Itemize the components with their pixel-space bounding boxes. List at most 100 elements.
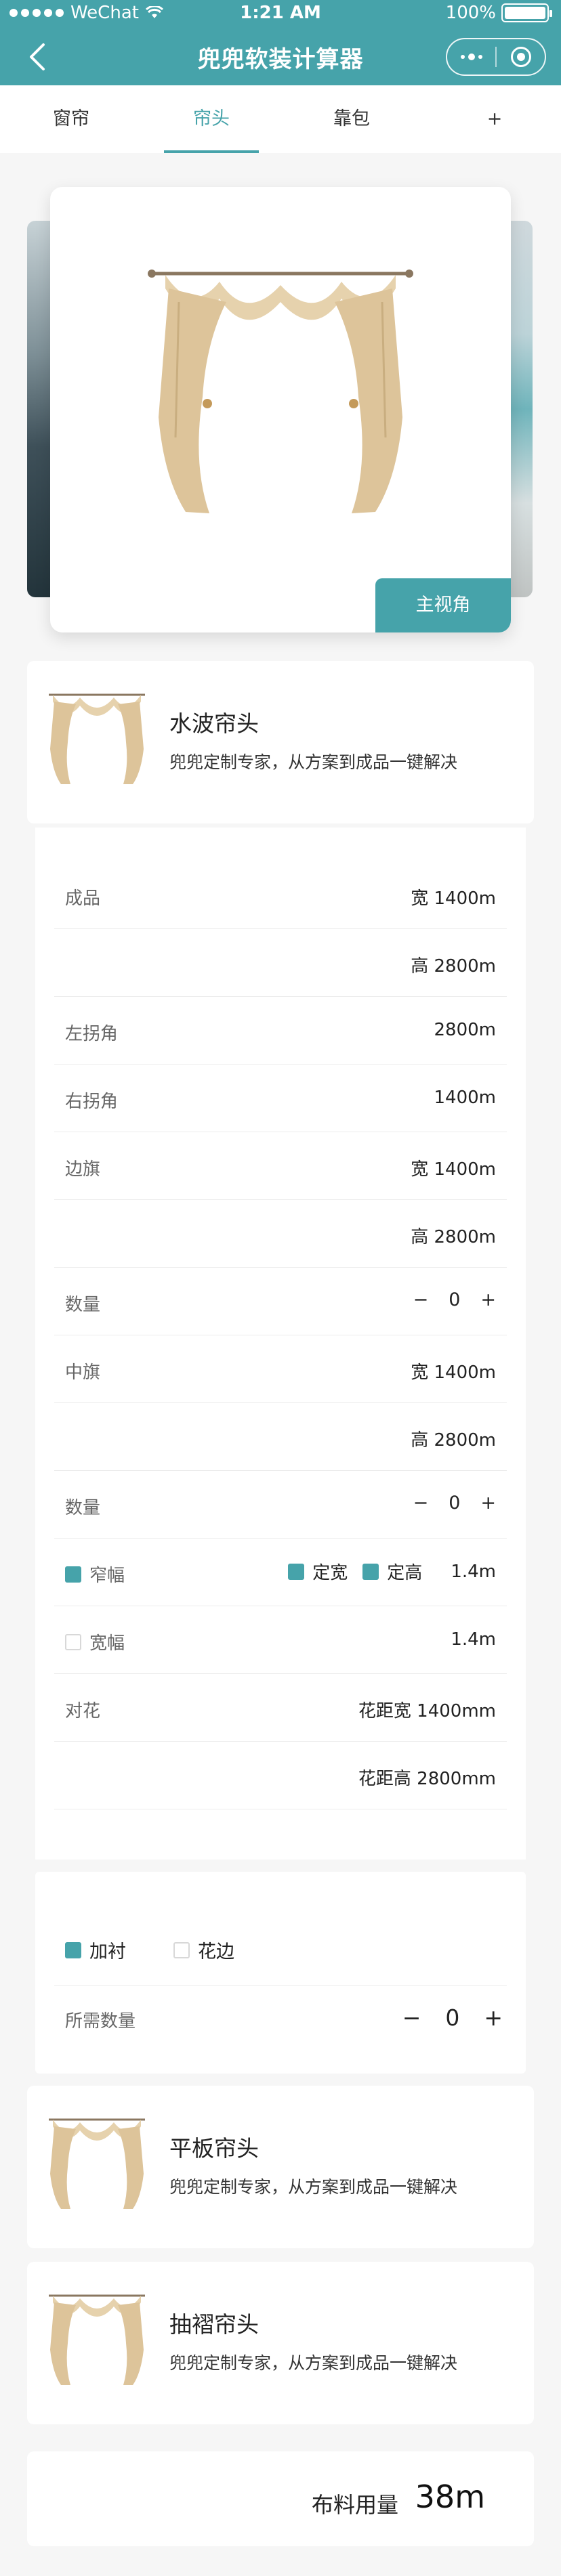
fixed-width-option[interactable]: 定宽 (288, 1559, 348, 1584)
battery-icon (501, 3, 552, 22)
required-qty-label: 所需数量 (65, 2011, 136, 2032)
right-corner-row: 右拐角 1400m (54, 1065, 507, 1132)
curtain-image (148, 270, 413, 513)
product-card-flat-valance[interactable]: 平板帘头 兜兜定制专家，从方案到成品一键解决 (27, 2086, 534, 2248)
fixed-height-option[interactable]: 定高 (362, 1559, 422, 1584)
product-thumbnail (49, 2118, 145, 2209)
tab-add[interactable]: + (474, 85, 515, 153)
fixed-width-checkbox[interactable] (288, 1563, 305, 1580)
fixed-height-label: 定高 (387, 1563, 423, 1583)
left-corner-row: 左拐角 2800m (54, 997, 507, 1065)
fabric-usage-summary: 布料用量 38m (27, 2451, 534, 2546)
status-bar: WeChat 1:21 AM 100% (0, 0, 561, 27)
pattern-height-value[interactable]: 花距高 2800mm (358, 1765, 496, 1790)
trim-checkbox[interactable] (173, 1941, 190, 1958)
main-view-badge[interactable]: 主视角 (375, 578, 511, 632)
side-flag-width-value[interactable]: 宽 1400m (411, 1155, 496, 1180)
product-name: 水波帘头 (169, 710, 259, 737)
pattern-width-row: 对花 花距宽 1400mm (54, 1674, 507, 1742)
narrow-label: 窄幅 (89, 1566, 125, 1586)
decrement-button[interactable]: − (402, 2004, 421, 2031)
finished-width-row: 成品 宽 1400m (54, 861, 507, 929)
center-flag-label: 中旗 (65, 1362, 101, 1383)
wide-label: 宽幅 (89, 1633, 125, 1654)
wide-checkbox[interactable] (65, 1633, 81, 1650)
right-corner-label: 右拐角 (65, 1092, 119, 1112)
product-thumbnail (49, 693, 145, 784)
finished-label: 成品 (65, 888, 101, 909)
pattern-height-row: 花距高 2800mm (54, 1742, 507, 1809)
lining-checkbox[interactable] (65, 1941, 81, 1958)
product-card-pleated-valance[interactable]: 抽褶帘头 兜兜定制专家，从方案到成品一键解决 (27, 2262, 534, 2424)
side-flag-label: 边旗 (65, 1159, 101, 1180)
center-flag-width-value[interactable]: 宽 1400m (411, 1358, 496, 1383)
pattern-label: 对花 (65, 1701, 101, 1721)
qty-value: 0 (449, 1289, 461, 1310)
more-menu-icon[interactable] (447, 53, 495, 60)
tab-curtain[interactable]: 窗帘 (27, 85, 115, 153)
trim-option[interactable]: 花边 (173, 1937, 234, 1963)
finished-width-value[interactable]: 宽 1400m (411, 884, 496, 909)
wide-fabric-option[interactable]: 宽幅 (65, 1629, 125, 1654)
decrement-button[interactable]: − (413, 1289, 429, 1310)
fabric-usage-value: 38m (415, 2478, 485, 2515)
battery-percent: 100% (445, 3, 496, 23)
wide-fabric-row: 宽幅 1.4m (54, 1606, 507, 1674)
side-flag-height-row: 高 2800m (54, 1200, 507, 1268)
lining-panel: 加衬 花边 所需数量 − 0 + (35, 1872, 526, 2074)
left-corner-label: 左拐角 (65, 1024, 119, 1044)
increment-button[interactable]: + (480, 1493, 496, 1514)
qty-label: 数量 (65, 1498, 101, 1518)
qty-label: 数量 (65, 1295, 101, 1315)
wide-value[interactable]: 1.4m (451, 1629, 496, 1650)
increment-button[interactable]: + (480, 1289, 496, 1310)
center-flag-qty-stepper: − 0 + (413, 1493, 496, 1514)
tab-cushion[interactable]: 靠包 (308, 85, 396, 153)
spec-panel: 成品 宽 1400m 高 2800m 左拐角 2800m 右拐角 1400m 边… (35, 828, 526, 1860)
center-flag-qty-row: 数量 − 0 + (54, 1471, 507, 1539)
product-name: 平板帘头 (169, 2135, 259, 2162)
qty-value: 0 (445, 2004, 460, 2031)
narrow-value[interactable]: 1.4m (451, 1562, 496, 1582)
decrement-button[interactable]: − (413, 1493, 429, 1514)
narrow-fabric-row: 窄幅 定宽 定高 1.4m (54, 1539, 507, 1606)
center-flag-height-value[interactable]: 高 2800m (411, 1426, 496, 1451)
side-flag-qty-stepper: − 0 + (413, 1289, 496, 1310)
finished-height-value[interactable]: 高 2800m (411, 952, 496, 977)
narrow-fabric-option[interactable]: 窄幅 (65, 1562, 125, 1587)
side-flag-qty-row: 数量 − 0 + (54, 1268, 507, 1335)
fixed-width-label: 定宽 (312, 1563, 348, 1583)
narrow-options: 定宽 定高 1.4m (288, 1559, 496, 1584)
center-flag-height-row: 高 2800m (54, 1403, 507, 1471)
lining-option[interactable]: 加衬 (65, 1937, 126, 1963)
lining-options: 加衬 花边 (65, 1937, 282, 1963)
required-qty-stepper: − 0 + (402, 2004, 503, 2031)
qty-value: 0 (449, 1493, 461, 1514)
increment-button[interactable]: + (484, 2004, 503, 2031)
finished-height-row: 高 2800m (54, 929, 507, 997)
close-miniprogram-icon[interactable] (497, 47, 545, 67)
lining-label: 加衬 (89, 1941, 126, 1962)
tab-valance[interactable]: 帘头 (164, 85, 259, 153)
active-tab-indicator (164, 150, 259, 153)
product-thumbnail (49, 2294, 145, 2385)
product-desc: 兜兜定制专家，从方案到成品一键解决 (169, 2177, 458, 2197)
category-tabs: 窗帘 帘头 靠包 + (0, 85, 561, 153)
trim-label: 花边 (198, 1941, 234, 1962)
carousel-slide-main[interactable]: 主视角 (50, 187, 511, 632)
fixed-height-checkbox[interactable] (362, 1563, 379, 1580)
mini-program-capsule (446, 38, 546, 76)
side-flag-height-value[interactable]: 高 2800m (411, 1223, 496, 1248)
left-corner-value[interactable]: 2800m (434, 1020, 497, 1040)
narrow-checkbox[interactable] (65, 1566, 81, 1583)
product-desc: 兜兜定制专家，从方案到成品一键解决 (169, 752, 458, 772)
pattern-width-value[interactable]: 花距宽 1400mm (358, 1697, 496, 1722)
fabric-usage-label: 布料用量 (311, 2492, 398, 2518)
divider (54, 1985, 507, 1986)
product-card-wave-valance[interactable]: 水波帘头 兜兜定制专家，从方案到成品一键解决 (27, 661, 534, 823)
right-corner-value[interactable]: 1400m (434, 1088, 497, 1108)
app-bar: WeChat 1:21 AM 100% 兜兜软装计算器 (0, 0, 561, 85)
side-flag-width-row: 边旗 宽 1400m (54, 1132, 507, 1200)
product-name: 抽褶帘头 (169, 2311, 259, 2338)
center-flag-width-row: 中旗 宽 1400m (54, 1335, 507, 1403)
